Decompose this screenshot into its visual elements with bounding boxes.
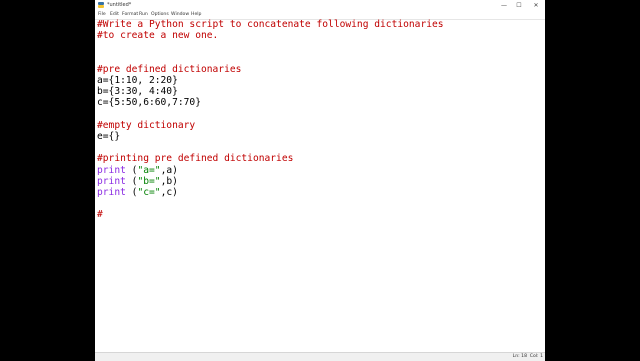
code-token-string: "c=": [137, 187, 161, 198]
status-column-number: Col: 1: [529, 354, 543, 359]
code-token-plain: ,c): [160, 187, 178, 198]
idle-editor-window: *untitled* — ☐ ✕ File Edit Format Run Op…: [95, 0, 545, 361]
code-line[interactable]: print ("b=",b): [97, 176, 178, 187]
code-token-plain: ,a): [160, 164, 178, 176]
code-line[interactable]: #printing pre defined dictionaries: [97, 153, 293, 164]
code-token-builtin: print: [97, 175, 126, 187]
menu-window[interactable]: Window: [171, 12, 189, 18]
code-token-comment: #pre defined dictionaries: [97, 63, 242, 75]
menu-run[interactable]: Run: [139, 12, 148, 18]
code-token-plain: (: [125, 164, 138, 176]
title-bar[interactable]: *untitled* — ☐ ✕: [95, 0, 545, 11]
code-line[interactable]: b={3:30, 4:40}: [97, 86, 178, 97]
code-token-plain: ,b): [160, 175, 178, 187]
code-token-plain: b={3:30, 4:40}: [97, 86, 178, 98]
code-token-plain: e={}: [97, 131, 121, 142]
menu-format[interactable]: Format: [122, 12, 138, 18]
code-editor[interactable]: #Write a Python script to concatenate fo…: [95, 19, 545, 352]
menu-edit[interactable]: Edit: [110, 12, 119, 18]
menu-options[interactable]: Options: [151, 12, 169, 18]
maximize-button[interactable]: ☐: [514, 1, 524, 10]
code-token-plain: a={1:10, 2:20}: [97, 75, 178, 86]
code-line[interactable]: c={5:50,6:60,7:70}: [97, 97, 201, 108]
code-line[interactable]: #to create a new one.: [97, 30, 218, 41]
code-line[interactable]: #Write a Python script to concatenate fo…: [97, 19, 444, 30]
code-token-builtin: print: [97, 187, 126, 198]
code-line[interactable]: #pre defined dictionaries: [97, 64, 241, 75]
code-line[interactable]: a={1:10, 2:20}: [97, 75, 178, 86]
code-line[interactable]: #empty dictionary: [97, 120, 195, 131]
code-token-comment: #Write a Python script to concatenate fo…: [97, 19, 444, 30]
menu-file[interactable]: File: [98, 12, 106, 18]
status-line-number: Ln: 18: [512, 354, 527, 359]
code-token-plain: (: [125, 175, 138, 187]
code-line[interactable]: #: [97, 209, 103, 220]
code-token-comment: #to create a new one.: [97, 30, 219, 42]
code-line[interactable]: print ("c=",c): [97, 187, 178, 198]
minimize-button[interactable]: —: [499, 1, 509, 10]
menu-help[interactable]: Help: [191, 12, 201, 18]
close-button[interactable]: ✕: [531, 1, 541, 10]
code-token-builtin: print: [97, 164, 126, 176]
python-app-icon: [98, 2, 104, 8]
code-token-comment: #printing pre defined dictionaries: [97, 153, 294, 165]
code-token-plain: (: [125, 187, 138, 198]
code-line[interactable]: e={}: [97, 131, 120, 142]
code-token-plain: c={5:50,6:60,7:70}: [97, 97, 201, 109]
window-title: *untitled*: [107, 2, 132, 8]
code-token-comment: #empty dictionary: [97, 119, 196, 131]
code-token-string: "a=": [137, 164, 161, 176]
code-token-comment: #: [97, 209, 103, 221]
code-line[interactable]: print ("a=",a): [97, 165, 178, 176]
code-token-string: "b=": [137, 175, 161, 187]
